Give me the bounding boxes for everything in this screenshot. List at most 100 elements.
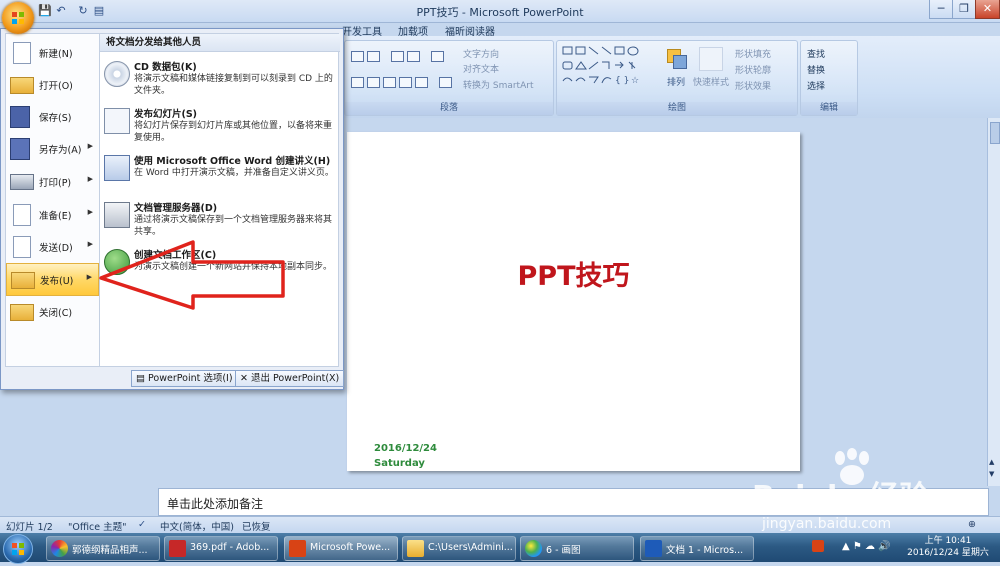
columns-icon[interactable] bbox=[439, 77, 452, 88]
office-menu-commands: 新建(N) 打开(O) 保存(S) 另存为(A) ▶ 打印(P) ▶ 准备(E)… bbox=[5, 33, 100, 367]
watermark-url: jingyan.baidu.com bbox=[762, 516, 892, 532]
taskbar-item-player[interactable]: 郭德纲精品相声... bbox=[46, 536, 160, 561]
office-menu-footer: ▤ PowerPoint 选项(I) ✕ 退出 PowerPoint(X) bbox=[1, 367, 345, 389]
minimize-button[interactable]: ─ bbox=[929, 0, 953, 19]
options-icon: ▤ bbox=[136, 373, 145, 384]
language-indicator[interactable]: 中文(简体，中国) bbox=[160, 519, 234, 533]
numbering-icon[interactable] bbox=[367, 51, 380, 62]
slide-day[interactable]: Saturday bbox=[374, 458, 425, 469]
convert-smartart-button[interactable]: 转换为 SmartArt bbox=[463, 78, 533, 91]
redo-icon[interactable]: ↻ bbox=[76, 4, 90, 18]
arrange-button[interactable]: 排列 bbox=[667, 75, 685, 88]
taskbar-item-explorer[interactable]: C:\Users\Admini... bbox=[402, 536, 516, 561]
text-direction-button[interactable]: 文字方向 bbox=[463, 47, 499, 60]
publish-icon bbox=[11, 272, 35, 289]
editing-group-label: 编辑 bbox=[801, 102, 857, 115]
server-icon bbox=[104, 202, 130, 228]
title-bar: 💾 ↶ ↻ ▤ PPT技巧 - Microsoft PowerPoint ─ ❐… bbox=[0, 0, 1000, 23]
spellcheck-icon[interactable]: ✓ bbox=[138, 519, 146, 530]
slide-title[interactable]: PPT技巧 bbox=[347, 254, 800, 293]
increase-indent-icon[interactable] bbox=[407, 51, 420, 62]
slide-canvas[interactable]: PPT技巧 2016/12/24 Saturday bbox=[347, 132, 800, 471]
player-icon bbox=[51, 540, 68, 557]
taskbar-item-word[interactable]: 文档 1 - Micros... bbox=[640, 536, 754, 561]
select-button[interactable]: 选择 bbox=[807, 79, 825, 92]
menu-item-close[interactable]: 关闭(C) bbox=[6, 296, 99, 327]
align-center-icon[interactable] bbox=[367, 77, 380, 88]
svg-text:{ }: { } bbox=[615, 76, 629, 86]
explorer-icon bbox=[407, 540, 424, 557]
taskbar-item-powerpoint[interactable]: Microsoft Powe... bbox=[284, 536, 398, 561]
paragraph-group-label: 段落 bbox=[345, 102, 553, 115]
close-button[interactable]: ✕ bbox=[975, 0, 1000, 19]
print-icon bbox=[10, 174, 34, 190]
shape-fill-button[interactable]: 形状填充 bbox=[735, 47, 771, 60]
system-clock[interactable]: 上午 10:41 2016/12/24 星期六 bbox=[898, 535, 998, 559]
notes-placeholder: 单击此处添加备注 bbox=[167, 497, 264, 511]
quick-styles-button[interactable]: 快速样式 bbox=[693, 75, 729, 88]
distribute-icon[interactable] bbox=[415, 77, 428, 88]
submenu-item-publish-slides[interactable]: 发布幻灯片(S) 将幻灯片保存到幻灯片库或其他位置，以备将来重复使用。 bbox=[104, 106, 336, 150]
publish-submenu: 将文档分发给其他人员 CD 数据包(K) 将演示文稿和媒体链接复制到可以刻录到 … bbox=[99, 33, 340, 367]
align-text-button[interactable]: 对齐文本 bbox=[463, 62, 499, 75]
submenu-item-word-handouts[interactable]: 使用 Microsoft Office Word 创建讲义(H) 在 Word … bbox=[104, 153, 336, 197]
start-button[interactable] bbox=[3, 534, 33, 564]
undo-icon[interactable]: ↶ bbox=[54, 4, 68, 18]
menu-item-save-as[interactable]: 另存为(A) ▶ bbox=[6, 133, 99, 164]
prepare-icon bbox=[13, 204, 31, 226]
watermark-brand: Bai du 经验 bbox=[752, 480, 930, 515]
drawing-group: { } ☆ 排列 快速样式 形状填充 形状轮廓 形状效果 绘图 bbox=[556, 40, 798, 116]
input-method-icon[interactable] bbox=[812, 540, 824, 552]
recovered-indicator: 已恢复 bbox=[242, 522, 271, 533]
slide-date[interactable]: 2016/12/24 bbox=[374, 443, 437, 454]
shape-outline-button[interactable]: 形状轮廓 bbox=[735, 63, 771, 76]
slide-counter: 幻灯片 1/2 bbox=[6, 522, 53, 533]
taskbar-item-paint[interactable]: 6 - 画图 bbox=[520, 536, 634, 561]
maximize-button[interactable]: ❐ bbox=[952, 0, 976, 19]
menu-item-open[interactable]: 打开(O) bbox=[6, 69, 99, 100]
line-spacing-icon[interactable] bbox=[431, 51, 444, 62]
menu-item-save[interactable]: 保存(S) bbox=[6, 101, 99, 132]
tray-icons[interactable]: ▲ ⚑ ☁ 🔊 bbox=[842, 541, 891, 552]
exit-powerpoint-button[interactable]: ✕ 退出 PowerPoint(X) bbox=[235, 370, 345, 387]
drawing-group-label: 绘图 bbox=[557, 102, 797, 115]
office-menu: 新建(N) 打开(O) 保存(S) 另存为(A) ▶ 打印(P) ▶ 准备(E)… bbox=[0, 28, 345, 390]
powerpoint-options-button[interactable]: ▤ PowerPoint 选项(I) bbox=[131, 370, 238, 387]
align-left-icon[interactable] bbox=[351, 77, 364, 88]
ribbon: 文字方向 对齐文本 转换为 SmartArt 段落 { } ☆ 排列 快速样式 … bbox=[342, 36, 1000, 119]
word-handout-icon bbox=[104, 155, 130, 181]
menu-item-prepare[interactable]: 准备(E) ▶ bbox=[6, 199, 99, 230]
save-icon[interactable]: 💾 bbox=[38, 4, 52, 18]
quick-styles-icon[interactable] bbox=[699, 47, 723, 71]
menu-item-new[interactable]: 新建(N) bbox=[6, 37, 99, 68]
word-icon bbox=[645, 540, 662, 557]
decrease-indent-icon[interactable] bbox=[391, 51, 404, 62]
vertical-scrollbar[interactable]: ▲ ▼ bbox=[987, 118, 1000, 486]
powerpoint-icon bbox=[289, 540, 306, 557]
menu-item-print[interactable]: 打印(P) ▶ bbox=[6, 166, 99, 197]
office-button[interactable] bbox=[2, 2, 34, 34]
exit-icon: ✕ bbox=[240, 373, 248, 384]
submenu-arrow-icon: ▶ bbox=[86, 273, 92, 281]
baidu-watermark: Bai du 经验 jingyan.baidu.com bbox=[752, 448, 992, 538]
new-doc-icon bbox=[13, 42, 31, 64]
find-button[interactable]: 查找 bbox=[807, 47, 825, 60]
submenu-item-cd-package[interactable]: CD 数据包(K) 将演示文稿和媒体链接复制到可以刻录到 CD 上的文件夹。 bbox=[104, 59, 336, 103]
menu-item-publish[interactable]: 发布(U) ▶ bbox=[6, 263, 99, 296]
shape-effects-button[interactable]: 形状效果 bbox=[735, 79, 771, 92]
clock-date: 2016/12/24 星期六 bbox=[907, 548, 989, 558]
send-icon bbox=[13, 236, 31, 258]
print-preview-icon[interactable]: ▤ bbox=[92, 4, 106, 18]
align-right-icon[interactable] bbox=[383, 77, 396, 88]
taskbar-item-pdf[interactable]: 369.pdf - Adob... bbox=[164, 536, 278, 561]
svg-text:☆: ☆ bbox=[631, 76, 639, 86]
scroll-thumb[interactable] bbox=[990, 122, 1000, 144]
justify-icon[interactable] bbox=[399, 77, 412, 88]
menu-item-send[interactable]: 发送(D) ▶ bbox=[6, 231, 99, 262]
replace-button[interactable]: 替换 bbox=[807, 63, 825, 76]
shapes-gallery-icon[interactable]: { } ☆ bbox=[561, 45, 651, 91]
arrange-icon[interactable] bbox=[665, 47, 687, 69]
office-logo-icon bbox=[12, 12, 24, 24]
submenu-title: 将文档分发给其他人员 bbox=[100, 34, 340, 52]
bullets-icon[interactable] bbox=[351, 51, 364, 62]
